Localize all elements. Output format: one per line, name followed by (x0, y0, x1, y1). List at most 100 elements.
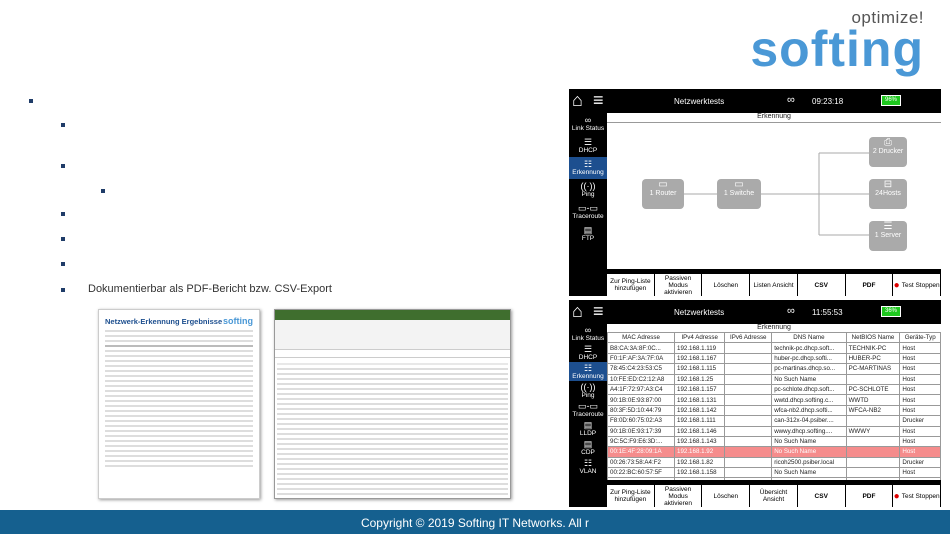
table-cell: 192.168.1.170 (674, 477, 726, 480)
table-row[interactable]: 10:FE:ED:C2:12:A8 192.168.1.25 No Such Nam… (607, 373, 941, 385)
table-row[interactable]: F8:0D:60:75:02:A3 192.168.1.111 can-312x-0… (607, 415, 941, 427)
copyright-text: Copyright © 2019 Softing IT Networks. Al… (360, 516, 590, 530)
node-router[interactable]: ▭ 1 Router (642, 179, 684, 209)
table-row[interactable]: A4:1F:72:97:A3:C4 192.168.1.157 pc-schlote… (607, 383, 941, 396)
bullet-marker (61, 164, 65, 168)
table-cell: Host (899, 342, 941, 354)
sidebar-item-dhcp[interactable]: ☰ DHCP (569, 343, 607, 362)
add-to-ping-list-button[interactable]: Zur Ping-Liste hinzufügen (607, 485, 655, 507)
overview-button[interactable]: Übersicht Ansicht (750, 485, 798, 507)
table-cell (724, 456, 773, 469)
pdf-export-button[interactable]: PDF (846, 485, 894, 507)
menu-icon[interactable]: ≡ (593, 301, 604, 321)
sidebar-item-ftp[interactable]: ▤ FTP (569, 223, 607, 245)
sidebar-item-vlan[interactable]: ☷ VLAN (569, 457, 607, 476)
passive-mode-button[interactable]: Passiven Modus aktivieren (655, 274, 703, 296)
csv-export-button[interactable]: CSV (798, 485, 846, 507)
link-icon: ∞ (584, 324, 592, 335)
sidebar-item-traceroute[interactable]: ▭-▭ Traceroute (569, 201, 607, 223)
table-cell: 78:45:C4:23:53:C5 (607, 363, 676, 375)
table-cell: Host (899, 373, 941, 385)
table-cell: No Such Name (771, 435, 847, 448)
node-hosts[interactable]: ⊟ 24Hosts (869, 179, 907, 209)
menu-icon[interactable]: ≡ (593, 90, 604, 110)
table-row[interactable]: 00:26:73:58:A4:F2 192.168.1.82 ricoh2500.p… (607, 456, 941, 469)
sidebar-item-dhcp[interactable]: ☰ DHCP (569, 135, 607, 157)
table-cell (724, 415, 773, 427)
table-cell: Host (899, 435, 941, 448)
table-cell: B8:CA:3A:8F:0C... (607, 342, 676, 354)
table-row[interactable]: 00:06:71:41:00:30192.168.1.170 No Such Na… (607, 477, 941, 480)
delete-button[interactable]: Löschen (702, 274, 751, 296)
table-row[interactable]: B8:CA:3A:8F:0C... 192.168.1.119 technik-pc… (607, 342, 941, 354)
table-row[interactable]: F0:1F:AF:3A:7F:0A 192.168.1.167 huber-pc.d… (607, 352, 941, 365)
node-server[interactable]: ☰ 1 Server (869, 221, 907, 251)
bullet-marker (61, 262, 65, 266)
table-cell: 192.168.1.142 (674, 404, 726, 417)
table-row[interactable]: 00:1E:4F:28:09:1A 192.168.1.92 No Such Nam… (607, 446, 941, 458)
sidebar-item-traceroute[interactable]: ▭-▭ Traceroute (569, 400, 607, 419)
table-cell: pc-martinas.dhcp.so... (771, 363, 847, 375)
topology-view: Erkennung ▭ 1 Router ▭ 1 Switche ⎙ 2 Drucke… (607, 113, 941, 269)
delete-button[interactable]: Löschen (702, 485, 751, 507)
table-cell: 192.168.1.25 (674, 373, 726, 385)
home-icon[interactable]: ⌂ (572, 301, 583, 322)
table-row[interactable]: 80:3F:5D:10:44:79 192.168.1.142 wfca-nb2.d… (607, 404, 941, 417)
table-cell: 192.168.1.158 (674, 467, 726, 479)
add-to-ping-list-button[interactable]: Zur Ping-Liste hinzufügen (607, 274, 655, 296)
view-subtitle: Erkennung (757, 324, 791, 331)
sidebar-item-ping[interactable]: ((·)) Ping (569, 381, 607, 400)
node-printer[interactable]: ⎙ 2 Drucker (869, 137, 907, 167)
table-row[interactable]: 90:1B:0E:93:87:00 192.168.1.131 wwtd.dhcp.… (607, 394, 941, 406)
stop-test-button[interactable]: ● Test Stoppen (893, 274, 942, 296)
table-row[interactable]: 78:45:C4:23:53:C5 192.168.1.115 pc-martina… (607, 363, 941, 375)
bullet-marker (61, 123, 65, 127)
column-header[interactable]: Geräte-Typ (899, 331, 941, 344)
column-header[interactable]: DNS Name (771, 331, 847, 344)
table-row[interactable]: 00:22:BC:60:57:5F 192.168.1.158 No Such Na… (607, 467, 941, 479)
csv-export-button[interactable]: CSV (798, 274, 846, 296)
sidebar-item-erkennung[interactable]: ☷ Erkennung (569, 362, 607, 381)
list-view-button[interactable]: Listen Ansicht (750, 274, 798, 296)
column-header[interactable]: NetBIOS Name (845, 331, 901, 344)
column-header[interactable]: IPv6 Adresse (724, 331, 773, 344)
sidebar-item-link-status[interactable]: ∞ Link Status (569, 324, 607, 343)
node-switch[interactable]: ▭ 1 Switche (717, 179, 761, 209)
table-cell: WFCA-NB2 (845, 404, 901, 417)
table-cell: Drucker (899, 456, 941, 469)
table-cell: wwwy.dhcp.softing.... (771, 425, 847, 437)
clock: 11:55:53 (812, 308, 843, 317)
home-icon[interactable]: ⌂ (572, 90, 583, 111)
ftp-icon: ▤ (583, 225, 593, 235)
sidebar-item-cdp[interactable]: ▤ CDP (569, 438, 607, 457)
table-cell: 192.168.1.82 (674, 456, 726, 469)
table-cell (845, 477, 901, 480)
action-bar: Zur Ping-Liste hinzufügen Passiven Modus… (607, 273, 942, 296)
table-cell (845, 467, 901, 479)
table-cell: pc-schlote.dhcp.soft... (771, 383, 847, 396)
table-cell: 192.168.1.131 (674, 394, 726, 406)
table-cell: 192.168.1.146 (674, 425, 726, 437)
traceroute-icon: ▭-▭ (577, 203, 598, 213)
lldp-icon: ▤ (583, 419, 593, 430)
table-cell: huber-pc.dhcp.softi... (771, 352, 847, 365)
table-cell (724, 425, 773, 437)
pdf-export-button[interactable]: PDF (846, 274, 894, 296)
table-cell (724, 477, 773, 480)
table-cell: PC-SCHLOTE (845, 383, 901, 396)
sidebar-item-lldp[interactable]: ▤ LLDP (569, 419, 607, 438)
link-icon: ∞ (787, 94, 795, 106)
table-cell: 192.168.1.167 (674, 352, 726, 365)
table-row[interactable]: 9C:5C:F9:E6:3D:... 192.168.1.143 No Such N… (607, 435, 941, 448)
ping-icon: ((·)) (580, 381, 596, 392)
table-cell (724, 435, 773, 448)
table-row[interactable]: 90:1B:0E:93:17:39 192.168.1.146 wwwy.dhcp.… (607, 425, 941, 437)
column-header[interactable]: MAC Adresse (607, 331, 676, 344)
sidebar-item-link-status[interactable]: ∞ Link Status (569, 113, 607, 135)
passive-mode-button[interactable]: Passiven Modus aktivieren (655, 485, 703, 507)
sidebar-item-erkennung[interactable]: ☷ Erkennung (569, 157, 607, 179)
stop-test-button[interactable]: ● Test Stoppen (893, 485, 942, 507)
table-cell (845, 446, 901, 458)
sidebar-item-ping[interactable]: ((·)) Ping (569, 179, 607, 201)
column-header[interactable]: IPv4 Adresse (674, 331, 726, 344)
